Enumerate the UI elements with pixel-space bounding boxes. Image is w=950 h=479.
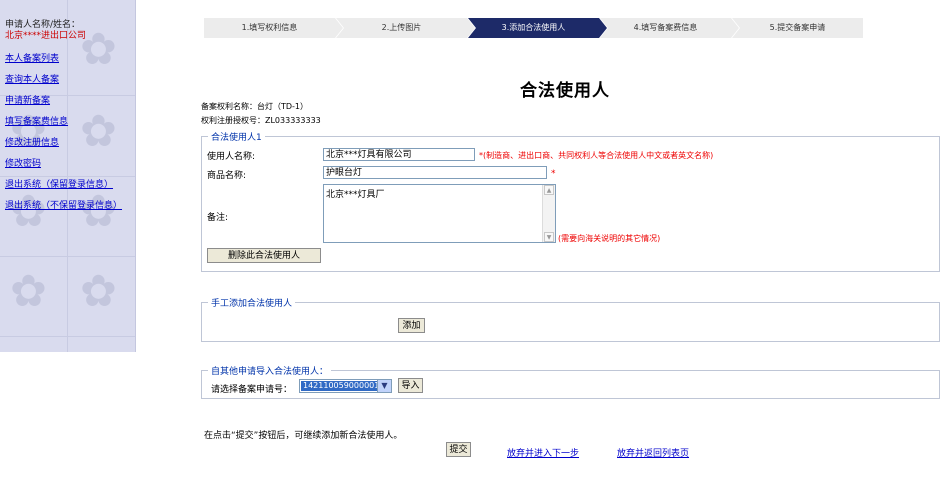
application-number-select[interactable]: 142110059000001 ▼	[299, 379, 392, 393]
step-label: 4.填写备案费信息	[633, 23, 698, 32]
step-label: 3.添加合法使用人	[501, 23, 566, 32]
remark-hint: (需要向海关说明的其它情况)	[558, 234, 661, 243]
user-name-input[interactable]: 北京***灯具有限公司	[323, 148, 475, 161]
section-legend: 合法使用人1	[211, 133, 262, 143]
step-arrow-icon	[335, 18, 343, 38]
registration-number-info: 权利注册授权号：ZL033333333	[201, 116, 321, 125]
watermark-emblem-icon: ✿	[80, 266, 117, 317]
sidebar-link-fee-info[interactable]: 填写备案费信息	[5, 117, 130, 128]
step-1: 1.填写权利信息	[204, 18, 343, 38]
sidebar-link-edit-registration[interactable]: 修改注册信息	[5, 138, 130, 149]
scroll-up-icon[interactable]: ▲	[544, 185, 554, 195]
delete-user-button[interactable]: 删除此合法使用人	[207, 248, 321, 263]
step-progress-bar: 1.填写权利信息 2.上传图片 3.添加合法使用人 4.填写备案费信息 5.提交…	[204, 18, 863, 38]
sidebar-link-new-record[interactable]: 申请新备案	[5, 96, 130, 107]
sidebar-link-logout-keep[interactable]: 退出系统（保留登录信息）	[5, 180, 130, 191]
product-name-label: 商品名称:	[207, 171, 247, 181]
sidebar-link-query-records[interactable]: 查询本人备案	[5, 75, 130, 86]
remark-text: 北京***灯具厂	[326, 190, 385, 200]
select-application-label: 请选择备案申请号：	[211, 385, 293, 395]
chevron-down-icon[interactable]: ▼	[377, 380, 391, 392]
sidebar-grid-line	[0, 336, 135, 337]
applicant-name: 北京****进出口公司	[5, 31, 87, 41]
applicant-label: 申请人名称/姓名：	[5, 20, 81, 30]
step-5: 5.提交备案申请	[732, 18, 863, 38]
sidebar-nav: 本人备案列表 查询本人备案 申请新备案 填写备案费信息 修改注册信息 修改密码 …	[5, 54, 130, 222]
step-label: 1.填写权利信息	[241, 23, 298, 32]
step-4: 4.填写备案费信息	[600, 18, 739, 38]
page-title: 合法使用人	[520, 81, 610, 101]
add-user-button[interactable]: 添加	[398, 318, 425, 333]
section-legend: 自其他申请导入合法使用人：	[211, 367, 329, 377]
sidebar-link-logout-clear[interactable]: 退出系统（不保留登录信息）	[5, 201, 130, 212]
sidebar-grid-line	[0, 256, 135, 257]
sidebar-link-my-records[interactable]: 本人备案列表	[5, 54, 130, 65]
step-arrow-icon	[731, 18, 739, 38]
step-2: 2.上传图片	[336, 18, 475, 38]
back-to-list-link[interactable]: 放弃并返回列表页	[617, 446, 689, 459]
applicant-info: 申请人名称/姓名： 北京****进出口公司	[5, 20, 86, 42]
sidebar-link-change-password[interactable]: 修改密码	[5, 159, 130, 170]
scroll-down-icon[interactable]: ▼	[544, 232, 554, 242]
submit-note: 在点击“提交”按钮后，可继续添加新合法使用人。	[204, 431, 403, 441]
skip-next-link[interactable]: 放弃并进入下一步	[507, 446, 579, 459]
right-name-info: 备案权利名称：台灯（TD-1）	[201, 102, 309, 111]
watermark-emblem-icon: ✿	[10, 266, 47, 317]
step-3-active: 3.添加合法使用人	[468, 18, 607, 38]
submit-button[interactable]: 提交	[446, 442, 471, 457]
import-button[interactable]: 导入	[398, 378, 423, 393]
product-name-input[interactable]: 护眼台灯	[323, 166, 547, 179]
remark-label: 备注:	[207, 213, 229, 223]
remark-scrollbar[interactable]: ▲ ▼	[542, 185, 555, 242]
step-label: 5.提交备案申请	[769, 23, 826, 32]
product-required-mark: *	[551, 169, 556, 179]
application-number-value: 142110059000001	[301, 381, 380, 391]
step-arrow-icon	[599, 18, 607, 38]
step-arrow-icon	[467, 18, 475, 38]
user-name-hint: *(制造商、进出口商、共同权利人等合法使用人中文或者英文名称)	[479, 151, 714, 160]
user-name-label: 使用人名称:	[207, 152, 256, 162]
sidebar: ✿ ✿ ✿ ✿ ✿ ✿ ✿ 申请人名称/姓名： 北京****进出口公司 本人备案…	[0, 0, 136, 352]
manual-add-section: 手工添加合法使用人	[201, 296, 940, 342]
section-legend: 手工添加合法使用人	[211, 299, 293, 309]
step-label: 2.上传图片	[381, 23, 422, 32]
remark-textarea[interactable]: 北京***灯具厂 ▲ ▼	[323, 184, 556, 243]
